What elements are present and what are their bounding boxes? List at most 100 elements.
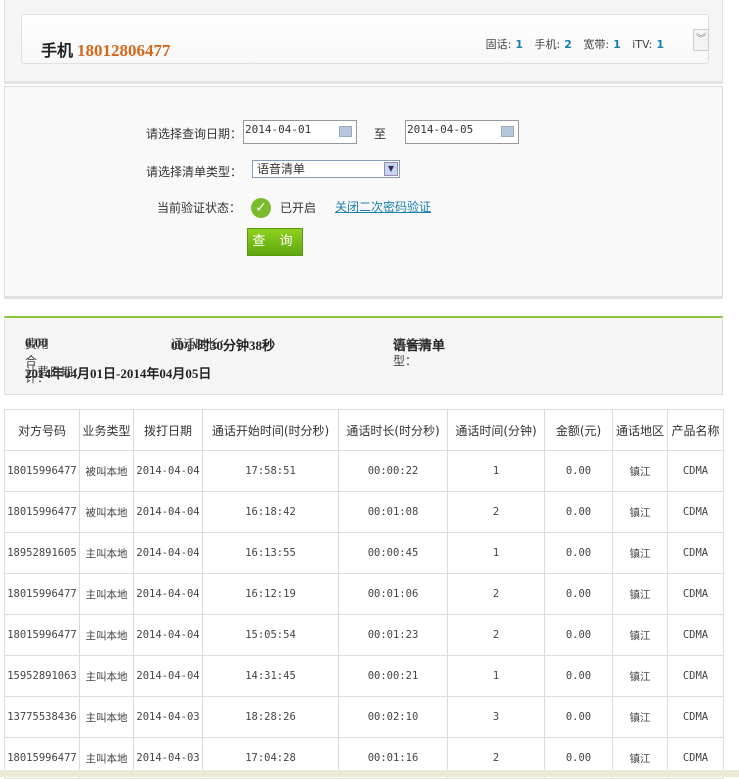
count-label: 固话: — [485, 38, 512, 51]
table-cell: 16:12:19 — [202, 573, 339, 615]
table-cell: CDMA — [667, 573, 724, 615]
column-header: 通话开始时间(时分秒) — [202, 409, 339, 451]
column-header: 对方号码 — [4, 409, 80, 451]
account-title: 手机 18012806477 — [41, 37, 171, 61]
count-value[interactable]: 1 — [515, 38, 523, 51]
table-cell: 2014-04-04 — [133, 573, 203, 615]
table-cell: CDMA — [667, 696, 724, 738]
service-counts: 固话: 1 手机: 2 宽带: 1 iTV: 1 — [486, 36, 672, 52]
table-cell: 被叫本地 — [79, 491, 134, 533]
list-type-select[interactable]: 语音清单 ▼ — [252, 160, 400, 178]
table-cell: 镇江 — [612, 491, 668, 533]
table-cell: 1 — [447, 450, 545, 492]
table-cell: 1 — [447, 532, 545, 574]
table-cell: 3 — [447, 696, 545, 738]
check-icon: ✓ — [251, 198, 271, 218]
account-header-panel: 手机 18012806477 固话: 1 手机: 2 宽带: 1 iTV: 1 ︾ — [4, 0, 723, 84]
table-cell: 2014-04-04 — [133, 450, 203, 492]
start-date-input[interactable]: 2014-04-01 — [243, 120, 357, 144]
billing-period: 计费日期： 2014年04月01日-2014年04月05日 — [25, 363, 211, 382]
table-cell: 18015996477 — [4, 450, 80, 492]
table-cell: 00:00:45 — [338, 532, 448, 574]
type-label: 清单类型： — [393, 337, 430, 368]
column-header: 产品名称 — [667, 409, 724, 451]
table-cell: 镇江 — [612, 450, 668, 492]
calendar-icon[interactable] — [339, 126, 352, 137]
table-cell: 主叫本地 — [79, 655, 134, 697]
to-label: 至 — [374, 127, 387, 141]
table-cell: 镇江 — [612, 696, 668, 738]
table-cell: 2 — [447, 573, 545, 615]
table-cell: 00:00:22 — [338, 450, 448, 492]
table-cell: CDMA — [667, 532, 724, 574]
table-cell: 2014-04-04 — [133, 614, 203, 656]
table-cell: 18:28:26 — [202, 696, 339, 738]
summary-panel: 费用合计： 0.00 通话时长： 00小时30分钟38秒 清单类型： 语音清单 … — [4, 316, 723, 395]
table-cell: 主叫本地 — [79, 614, 134, 656]
fee-total: 费用合计： 0.00 — [25, 335, 49, 385]
list-type: 清单类型： 语音清单 — [393, 335, 445, 368]
table-cell: 0.00 — [544, 450, 613, 492]
start-date-value: 2014-04-01 — [245, 123, 312, 136]
table-cell: 2 — [447, 491, 545, 533]
count-label: iTV: — [632, 38, 653, 51]
query-button[interactable]: 查 询 — [247, 228, 303, 256]
verify-label: 当前验证状态： — [157, 201, 242, 215]
column-header: 通话时间(分钟) — [447, 409, 545, 451]
list-type-value: 语音清单 — [257, 162, 306, 176]
table-header: 对方号码 业务类型 拨打日期 通话开始时间(时分秒) 通话时长(时分秒) 通话时间(分钟)… — [4, 409, 724, 451]
table-cell: 0.00 — [544, 573, 613, 615]
end-date-value: 2014-04-05 — [407, 123, 474, 136]
table-cell: 0.00 — [544, 532, 613, 574]
table-cell: CDMA — [667, 614, 724, 656]
table-cell: 2014-04-04 — [133, 655, 203, 697]
count-value[interactable]: 2 — [564, 38, 572, 51]
account-type: 手机 — [41, 41, 74, 60]
calendar-icon[interactable] — [501, 126, 514, 137]
table-cell: 2014-04-04 — [133, 491, 203, 533]
table-cell: 15952891063 — [4, 655, 80, 697]
table-row: 18015996477 主叫本地 2014-04-04 15:05:54 00:01:2… — [4, 614, 724, 656]
table-row: 18952891605 主叫本地 2014-04-04 16:13:55 00:00:4… — [4, 532, 724, 574]
table-cell: 00:00:21 — [338, 655, 448, 697]
table-cell: CDMA — [667, 655, 724, 697]
table-row: 13775538436 主叫本地 2014-04-03 18:28:26 00:02:1… — [4, 696, 724, 738]
table-cell: 主叫本地 — [79, 696, 134, 738]
column-header: 业务类型 — [79, 409, 134, 451]
double-chevron-down-icon[interactable]: ︾ — [693, 29, 709, 51]
chevron-down-icon[interactable]: ▼ — [384, 162, 398, 176]
table-cell: 18015996477 — [4, 614, 80, 656]
table-cell: 0.00 — [544, 696, 613, 738]
count-value[interactable]: 1 — [656, 38, 664, 51]
verify-status: 已开启 — [280, 201, 317, 215]
table-cell: 18015996477 — [4, 491, 80, 533]
date-label: 请选择查询日期： — [146, 127, 243, 141]
table-cell: 0.00 — [544, 614, 613, 656]
table-cell: 00:01:23 — [338, 614, 448, 656]
table-cell: 00:01:08 — [338, 491, 448, 533]
count-label: 宽带: — [583, 38, 610, 51]
table-cell: 2 — [447, 614, 545, 656]
disable-verify-link[interactable]: 关闭二次密码验证 — [335, 198, 431, 215]
column-header: 通话时长(时分秒) — [338, 409, 448, 451]
table-cell: 15:05:54 — [202, 614, 339, 656]
table-cell: 18015996477 — [4, 573, 80, 615]
end-date-input[interactable]: 2014-04-05 — [405, 120, 519, 144]
table-cell: 0.00 — [544, 491, 613, 533]
table-cell: CDMA — [667, 450, 724, 492]
table-cell: 镇江 — [612, 573, 668, 615]
status-bar — [0, 770, 739, 777]
count-value[interactable]: 1 — [613, 38, 621, 51]
table-cell: 镇江 — [612, 614, 668, 656]
table-cell: 镇江 — [612, 655, 668, 697]
column-header: 金额(元) — [544, 409, 613, 451]
table-cell: 18952891605 — [4, 532, 80, 574]
table-cell: 16:18:42 — [202, 491, 339, 533]
call-records-table: 对方号码 业务类型 拨打日期 通话开始时间(时分秒) 通话时长(时分秒) 通话时间(分钟)… — [4, 409, 724, 779]
period-label: 计费日期： — [25, 365, 86, 379]
table-cell: CDMA — [667, 491, 724, 533]
table-cell: 00:01:06 — [338, 573, 448, 615]
table-cell: 00:02:10 — [338, 696, 448, 738]
table-cell: 被叫本地 — [79, 450, 134, 492]
table-row: 18015996477 被叫本地 2014-04-04 16:18:42 00:01:0… — [4, 491, 724, 533]
